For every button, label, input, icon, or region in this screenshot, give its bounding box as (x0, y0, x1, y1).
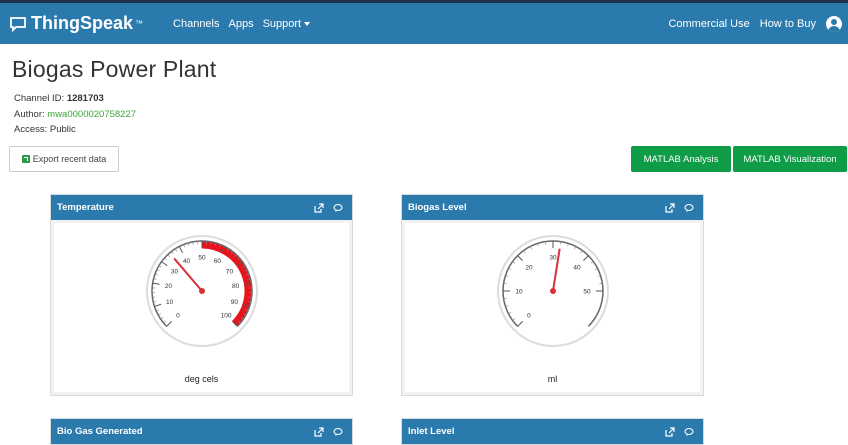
user-icon[interactable] (826, 16, 842, 32)
channel-access: Access: Public (14, 124, 76, 135)
gauge-tick-label: 60 (213, 258, 221, 265)
brand-trademark: ™ (135, 19, 143, 28)
external-link-icon[interactable] (314, 427, 324, 437)
gauge-tick-label: 50 (198, 255, 206, 262)
gauge-tick-label: 70 (225, 269, 233, 276)
gauge-tick-label: 50 (583, 289, 591, 296)
nav-commercial-use[interactable]: Commercial Use (668, 18, 749, 30)
comment-icon[interactable] (684, 203, 694, 213)
external-link-icon[interactable] (665, 427, 675, 437)
gauge-tick-label: 20 (164, 283, 172, 290)
gauge-tick-label: 10 (166, 299, 174, 306)
external-link-icon[interactable] (314, 203, 324, 213)
channel-author: Author: mwa0000020758227 (14, 109, 136, 120)
brand-logo[interactable]: ThingSpeak™ (9, 13, 143, 34)
speech-bubble-icon (9, 16, 27, 32)
access-label: Access: (14, 124, 47, 135)
gauge-tick-label: 0 (527, 313, 531, 320)
nav-how-to-buy[interactable]: How to Buy (760, 18, 816, 30)
gauge-tick-label: 80 (231, 283, 239, 290)
gauge-hub (550, 288, 556, 294)
gauge-tick-label: 90 (230, 299, 238, 306)
gauge-biogas-level: 0 10 20 30 40 50 ml (405, 223, 700, 392)
gauge-tick-label: 100 (220, 313, 231, 320)
top-navbar: ThingSpeak™ Channels Apps Support Commer… (0, 0, 848, 44)
gauge-tick-label: 30 (549, 255, 557, 262)
author-label: Author: (14, 109, 45, 120)
nav-apps[interactable]: Apps (229, 18, 254, 30)
gauge-temperature: 010 20 30 40 50 60 70 80 90 100 deg cels (54, 223, 349, 392)
nav-support[interactable]: Support (263, 18, 311, 30)
gauge-tick-label: 0 (176, 313, 180, 320)
gauge-hub (199, 288, 205, 294)
matlab-visualization-button[interactable]: MATLAB Visualization (733, 146, 847, 172)
gauge-tick-label: 20 (525, 264, 533, 271)
comment-icon[interactable] (333, 427, 343, 437)
export-icon (22, 155, 30, 163)
external-link-icon[interactable] (665, 203, 675, 213)
comment-icon[interactable] (684, 427, 694, 437)
panel-title: Biogas Level (408, 202, 467, 213)
panel-temperature: Temperature 010 20 30 40 50 60 70 80 90 100 deg c… (50, 194, 353, 396)
author-link[interactable]: mwa0000020758227 (47, 109, 136, 120)
brand-name: ThingSpeak (31, 13, 133, 34)
panel-title: Bio Gas Generated (57, 426, 143, 437)
channel-id: Channel ID: 1281703 (14, 93, 104, 104)
gauge-tick-label: 40 (573, 264, 581, 271)
access-value: Public (50, 124, 76, 135)
panel-bio-gas-generated: Bio Gas Generated (50, 418, 353, 445)
export-recent-data-button[interactable]: Export recent data (9, 146, 119, 172)
gauge-unit: deg cels (54, 374, 349, 384)
matlab-analysis-button[interactable]: MATLAB Analysis (631, 146, 731, 172)
gauge-tick-label: 30 (170, 269, 178, 276)
channel-id-label: Channel ID: (14, 93, 64, 104)
comment-icon[interactable] (333, 203, 343, 213)
page-title: Biogas Power Plant (12, 56, 216, 83)
channel-id-value: 1281703 (67, 93, 104, 104)
gauge-tick-label: 10 (515, 289, 523, 296)
gauge-dial: 0 10 20 30 40 50 (493, 231, 613, 351)
panel-inlet-level: Inlet Level (401, 418, 704, 445)
gauge-unit: ml (405, 374, 700, 384)
nav-support-label: Support (263, 18, 302, 30)
export-label: Export recent data (33, 154, 107, 164)
gauge-dial: 010 20 30 40 50 60 70 80 90 100 (142, 231, 262, 351)
panel-title: Temperature (57, 202, 114, 213)
panel-title: Inlet Level (408, 426, 454, 437)
panel-biogas-level: Biogas Level 0 10 20 30 40 50 ml (401, 194, 704, 396)
gauge-tick-label: 40 (182, 258, 190, 265)
chevron-down-icon (304, 22, 310, 26)
nav-channels[interactable]: Channels (173, 18, 219, 30)
